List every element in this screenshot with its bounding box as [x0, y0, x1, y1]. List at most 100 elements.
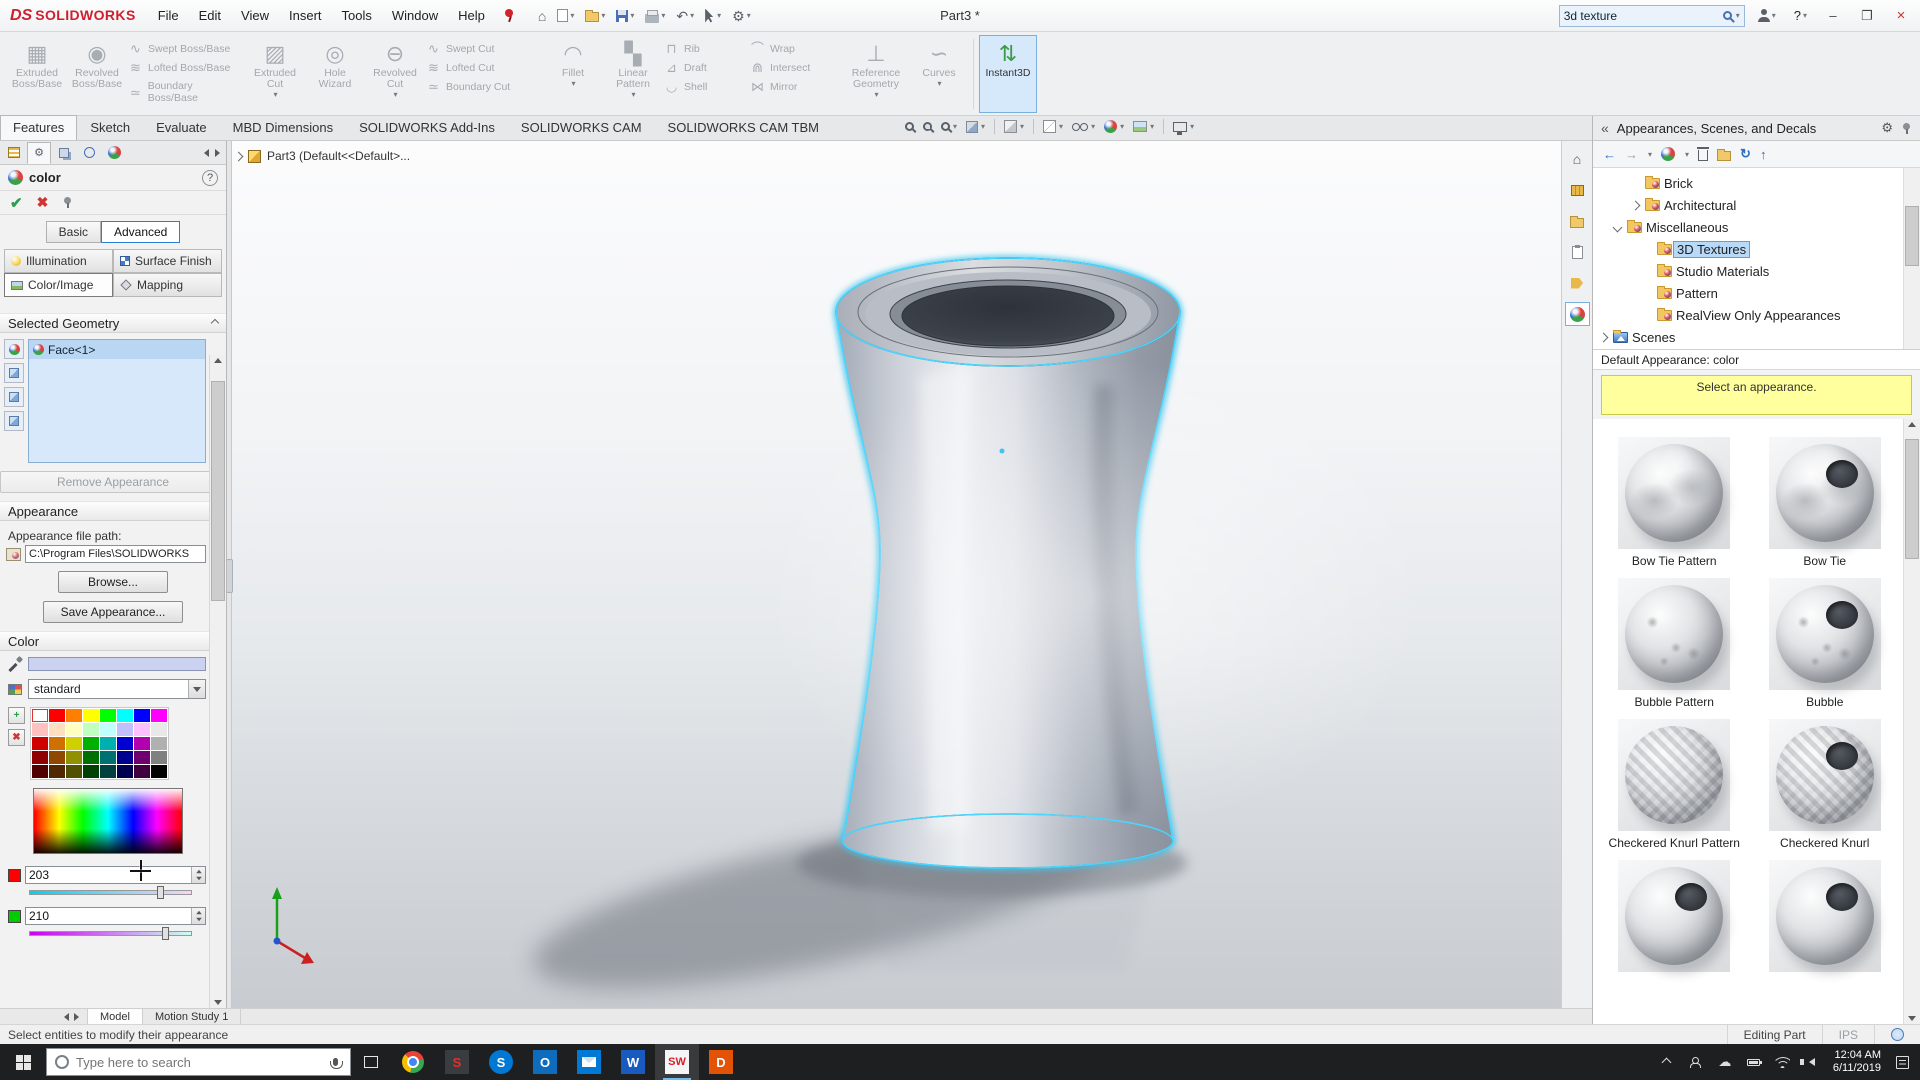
palette-color[interactable]: [117, 709, 133, 722]
scroll-up-icon[interactable]: [1908, 422, 1916, 427]
cancel-button[interactable]: ✖: [37, 194, 49, 211]
home-button[interactable]: ⌂: [533, 6, 551, 26]
forward-button[interactable]: →: [1625, 147, 1638, 162]
tree-item-brick[interactable]: Brick: [1593, 172, 1903, 194]
mirror-button[interactable]: ⋈Mirror: [750, 80, 842, 93]
selected-face-item[interactable]: Face<1>: [29, 340, 205, 359]
current-color-swatch[interactable]: [28, 657, 206, 671]
thumbnail-sphere[interactable]: [1618, 719, 1730, 831]
target-caret-icon[interactable]: ▾: [1685, 150, 1689, 159]
configurationmanager-tab[interactable]: [52, 142, 76, 164]
extruded-cut-button[interactable]: ▨ Extruded Cut ▾: [246, 35, 304, 113]
appearance-thumbnail[interactable]: Bubble: [1755, 578, 1895, 709]
displaymanager-tab[interactable]: [102, 142, 126, 164]
palette-color[interactable]: [151, 751, 167, 764]
appearance-thumbnail[interactable]: Checkered Knurl Pattern: [1604, 719, 1744, 850]
view-palette-tab[interactable]: [1565, 240, 1590, 264]
taskbar-search[interactable]: [46, 1048, 351, 1076]
scrollbar-thumb[interactable]: [211, 381, 225, 601]
boundary-cut-button[interactable]: ≃Boundary Cut: [426, 80, 542, 93]
palette-color[interactable]: [134, 709, 150, 722]
palette-color[interactable]: [66, 709, 82, 722]
appearance-thumbnail[interactable]: [1604, 860, 1744, 977]
lofted-cut-button[interactable]: ≋Lofted Cut: [426, 61, 542, 74]
tree-item-pattern[interactable]: Pattern: [1593, 282, 1903, 304]
ok-button[interactable]: ✔: [10, 194, 23, 212]
tab-mapping[interactable]: Mapping: [113, 273, 222, 297]
tab-features[interactable]: Features: [0, 115, 77, 140]
hole-wizard-button[interactable]: ◎ Hole Wizard: [306, 35, 364, 113]
palette-color[interactable]: [66, 751, 82, 764]
pin-menu-icon[interactable]: [503, 8, 515, 23]
palette-color[interactable]: [49, 751, 65, 764]
draftsight-taskbar-button[interactable]: D: [699, 1044, 743, 1080]
color-gradient-picker[interactable]: [33, 788, 183, 854]
people-button[interactable]: [1688, 1057, 1704, 1068]
apply-scene-button[interactable]: ▾: [1133, 121, 1154, 132]
zoom-area-button[interactable]: [923, 122, 932, 131]
revolved-cut-button[interactable]: ⊖ Revolved Cut ▾: [366, 35, 424, 113]
red-value-input[interactable]: [26, 868, 191, 882]
restore-button[interactable]: ❐: [1854, 8, 1880, 24]
tree-item-miscellaneous[interactable]: Miscellaneous: [1593, 216, 1903, 238]
keep-visible-pin-button[interactable]: [62, 196, 73, 209]
palette-color[interactable]: [49, 737, 65, 750]
palette-color[interactable]: [100, 709, 116, 722]
zoom-fit-button[interactable]: [905, 122, 914, 131]
appearance-thumbnail[interactable]: Bow Tie Pattern: [1604, 437, 1744, 568]
palette-color[interactable]: [66, 723, 82, 736]
palette-color[interactable]: [134, 737, 150, 750]
wrap-button[interactable]: ⌒Wrap: [750, 42, 842, 55]
palette-color[interactable]: [151, 737, 167, 750]
tab-solidworks-cam[interactable]: SOLIDWORKS CAM: [508, 115, 655, 140]
appearances-scenes-tab[interactable]: [1565, 302, 1590, 326]
thumbnail-sphere[interactable]: [1618, 578, 1730, 690]
undo-button[interactable]: ↶▾: [671, 6, 699, 26]
scroll-up-icon[interactable]: [214, 358, 222, 363]
green-stepper[interactable]: [191, 908, 205, 924]
print-button[interactable]: ▾: [640, 6, 670, 26]
onedrive-button[interactable]: ☁: [1717, 1054, 1733, 1070]
tab-evaluate[interactable]: Evaluate: [143, 115, 220, 140]
body-filter-button[interactable]: [4, 411, 24, 431]
tab-mbd-dimensions[interactable]: MBD Dimensions: [220, 115, 346, 140]
shell-button[interactable]: ◡Shell: [664, 80, 748, 93]
task-view-button[interactable]: [351, 1044, 391, 1080]
palette-color[interactable]: [100, 751, 116, 764]
palette-color[interactable]: [134, 765, 150, 778]
new-document-button[interactable]: ▾: [552, 6, 579, 25]
palette-color[interactable]: [134, 723, 150, 736]
palette-color[interactable]: [49, 709, 65, 722]
selected-geometry-header[interactable]: Selected Geometry: [0, 313, 226, 333]
volume-button[interactable]: [1804, 1058, 1820, 1066]
open-button[interactable]: ▾: [580, 6, 610, 25]
appearance-thumbnail[interactable]: [1755, 860, 1895, 977]
pane-options-button[interactable]: ⚙: [1881, 120, 1893, 136]
green-value-input[interactable]: [26, 909, 191, 923]
expander-icon[interactable]: [1611, 224, 1623, 231]
palette-color[interactable]: [32, 751, 48, 764]
expander-icon[interactable]: [1597, 334, 1609, 341]
new-folder-icon[interactable]: [1717, 151, 1731, 161]
menu-help[interactable]: Help: [448, 1, 495, 30]
red-slider[interactable]: [29, 890, 192, 895]
history-caret-icon[interactable]: ▾: [1648, 150, 1652, 159]
pane-pin-button[interactable]: [1901, 122, 1912, 135]
eyedropper-icon[interactable]: [8, 657, 22, 671]
view-orientation-button[interactable]: ▾: [1004, 120, 1024, 133]
close-button[interactable]: ×: [1888, 7, 1914, 24]
solidworks-2019-taskbar-button[interactable]: SW: [655, 1044, 699, 1080]
palette-color[interactable]: [151, 709, 167, 722]
tree-scrollbar-thumb[interactable]: [1905, 206, 1919, 266]
help-circle-button[interactable]: ?: [202, 170, 218, 186]
thumbnail-sphere[interactable]: [1618, 860, 1730, 972]
lofted-boss-button[interactable]: ≋Lofted Boss/Base: [128, 61, 244, 74]
tree-item-studio-materials[interactable]: Studio Materials: [1593, 260, 1903, 282]
color-preset-dropdown[interactable]: standard: [28, 679, 206, 699]
solidworks-resources-tab[interactable]: ⌂: [1565, 147, 1590, 171]
add-swatch-button[interactable]: +: [8, 707, 25, 724]
design-library-tab[interactable]: [1565, 178, 1590, 202]
thumbnails-scrollbar-thumb[interactable]: [1905, 439, 1919, 559]
surface-filter-button[interactable]: [4, 387, 24, 407]
face-filter-button[interactable]: [4, 363, 24, 383]
